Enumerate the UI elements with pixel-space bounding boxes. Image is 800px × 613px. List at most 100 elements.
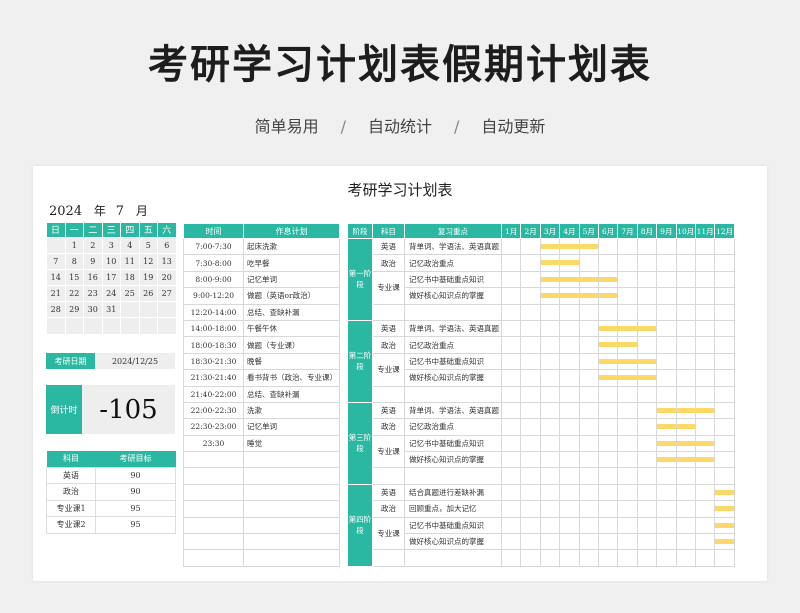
month-cell[interactable] [559,270,580,289]
plan-subject[interactable]: 英语 [372,237,405,256]
month-cell[interactable] [500,516,522,535]
calendar-day[interactable]: 30 [83,301,103,319]
calendar-day[interactable]: 15 [64,268,84,287]
year-value[interactable]: 2024 [49,204,82,219]
month-cell[interactable] [675,418,696,436]
month-cell[interactable] [656,385,677,403]
target-score[interactable]: 95 [95,516,176,534]
calendar-day[interactable] [83,317,103,335]
calendar-day[interactable]: 16 [83,268,103,287]
month-cell[interactable] [714,270,735,289]
month-cell[interactable] [520,516,541,535]
month-cell[interactable] [578,352,599,371]
month-cell[interactable] [559,385,580,403]
calendar-day[interactable] [64,317,84,335]
month-cell[interactable] [520,369,541,387]
schedule-time[interactable] [183,500,244,518]
month-cell[interactable] [714,418,735,436]
month-cell[interactable] [539,418,561,436]
month-cell[interactable] [520,319,541,338]
plan-key-point[interactable]: 背单词、学语法、英语真题 [404,237,502,256]
month-cell[interactable] [656,434,677,453]
plan-key-point[interactable]: 回顾重点，加大记忆 [404,500,502,518]
schedule-activity[interactable]: 做题（英语or政治） [243,287,340,305]
month-cell[interactable] [636,336,658,354]
month-cell[interactable] [656,451,677,469]
plan-key-point[interactable]: 做好核心知识点的掌握 [404,287,502,305]
month-cell[interactable] [559,483,580,502]
plan-subject[interactable]: 英语 [372,319,405,338]
month-cell[interactable] [578,418,599,436]
month-cell[interactable] [597,451,619,469]
month-cell[interactable] [597,270,619,289]
month-cell[interactable] [714,401,735,420]
target-subject[interactable]: 专业课1 [46,499,96,517]
month-cell[interactable] [617,483,638,502]
calendar-day[interactable] [46,236,66,254]
month-cell[interactable] [675,500,696,518]
month-cell[interactable] [617,516,638,535]
month-cell[interactable] [500,549,522,567]
month-cell[interactable] [578,303,599,321]
month-cell[interactable] [656,352,677,371]
plan-key-point[interactable]: 背单词、学语法、英语真题 [404,319,502,338]
month-cell[interactable] [500,270,522,289]
month-cell[interactable] [597,500,619,518]
month-cell[interactable] [617,287,638,305]
month-cell[interactable] [656,533,677,551]
schedule-activity[interactable] [243,483,340,502]
month-cell[interactable] [675,434,696,453]
month-cell[interactable] [656,418,677,436]
calendar-day[interactable] [138,317,158,335]
schedule-activity[interactable] [243,533,340,551]
schedule-time[interactable]: 21:30-21:40 [183,369,244,387]
month-cell[interactable] [597,254,619,272]
month-cell[interactable] [656,303,677,321]
calendar-day[interactable] [101,317,121,335]
calendar-day[interactable] [157,317,177,335]
month-cell[interactable] [617,533,638,551]
month-cell[interactable] [559,467,580,485]
month-cell[interactable] [694,434,716,453]
month-cell[interactable] [597,533,619,551]
month-cell[interactable] [597,385,619,403]
month-cell[interactable] [597,434,619,453]
calendar-day[interactable]: 3 [101,236,121,254]
month-cell[interactable] [714,385,735,403]
month-cell[interactable] [675,549,696,567]
plan-key-point[interactable]: 记忆书中基础重点知识 [404,352,502,371]
month-cell[interactable] [636,303,658,321]
month-cell[interactable] [675,237,696,256]
month-cell[interactable] [694,533,716,551]
month-cell[interactable] [539,500,561,518]
month-cell[interactable] [597,336,619,354]
month-cell[interactable] [656,319,677,338]
schedule-time[interactable] [183,467,244,485]
month-cell[interactable] [539,303,561,321]
calendar-day[interactable]: 31 [101,301,121,319]
month-cell[interactable] [520,270,541,289]
month-cell[interactable] [578,516,599,535]
calendar-day[interactable]: 27 [157,285,177,303]
schedule-activity[interactable] [243,549,340,567]
month-cell[interactable] [539,254,561,272]
month-cell[interactable] [539,352,561,371]
month-cell[interactable] [597,237,619,256]
month-cell[interactable] [617,303,638,321]
month-cell[interactable] [694,401,716,420]
plan-subject[interactable]: 英语 [372,483,405,502]
month-cell[interactable] [617,270,638,289]
calendar-day[interactable] [138,301,158,319]
month-cell[interactable] [578,270,599,289]
month-cell[interactable] [617,319,638,338]
month-cell[interactable] [656,369,677,387]
month-cell[interactable] [520,451,541,469]
month-cell[interactable] [559,303,580,321]
month-cell[interactable] [694,451,716,469]
month-cell[interactable] [675,319,696,338]
month-cell[interactable] [500,303,522,321]
plan-key-point[interactable]: 记忆政治重点 [404,418,502,436]
month-cell[interactable] [597,418,619,436]
month-cell[interactable] [597,401,619,420]
month-cell[interactable] [597,319,619,338]
